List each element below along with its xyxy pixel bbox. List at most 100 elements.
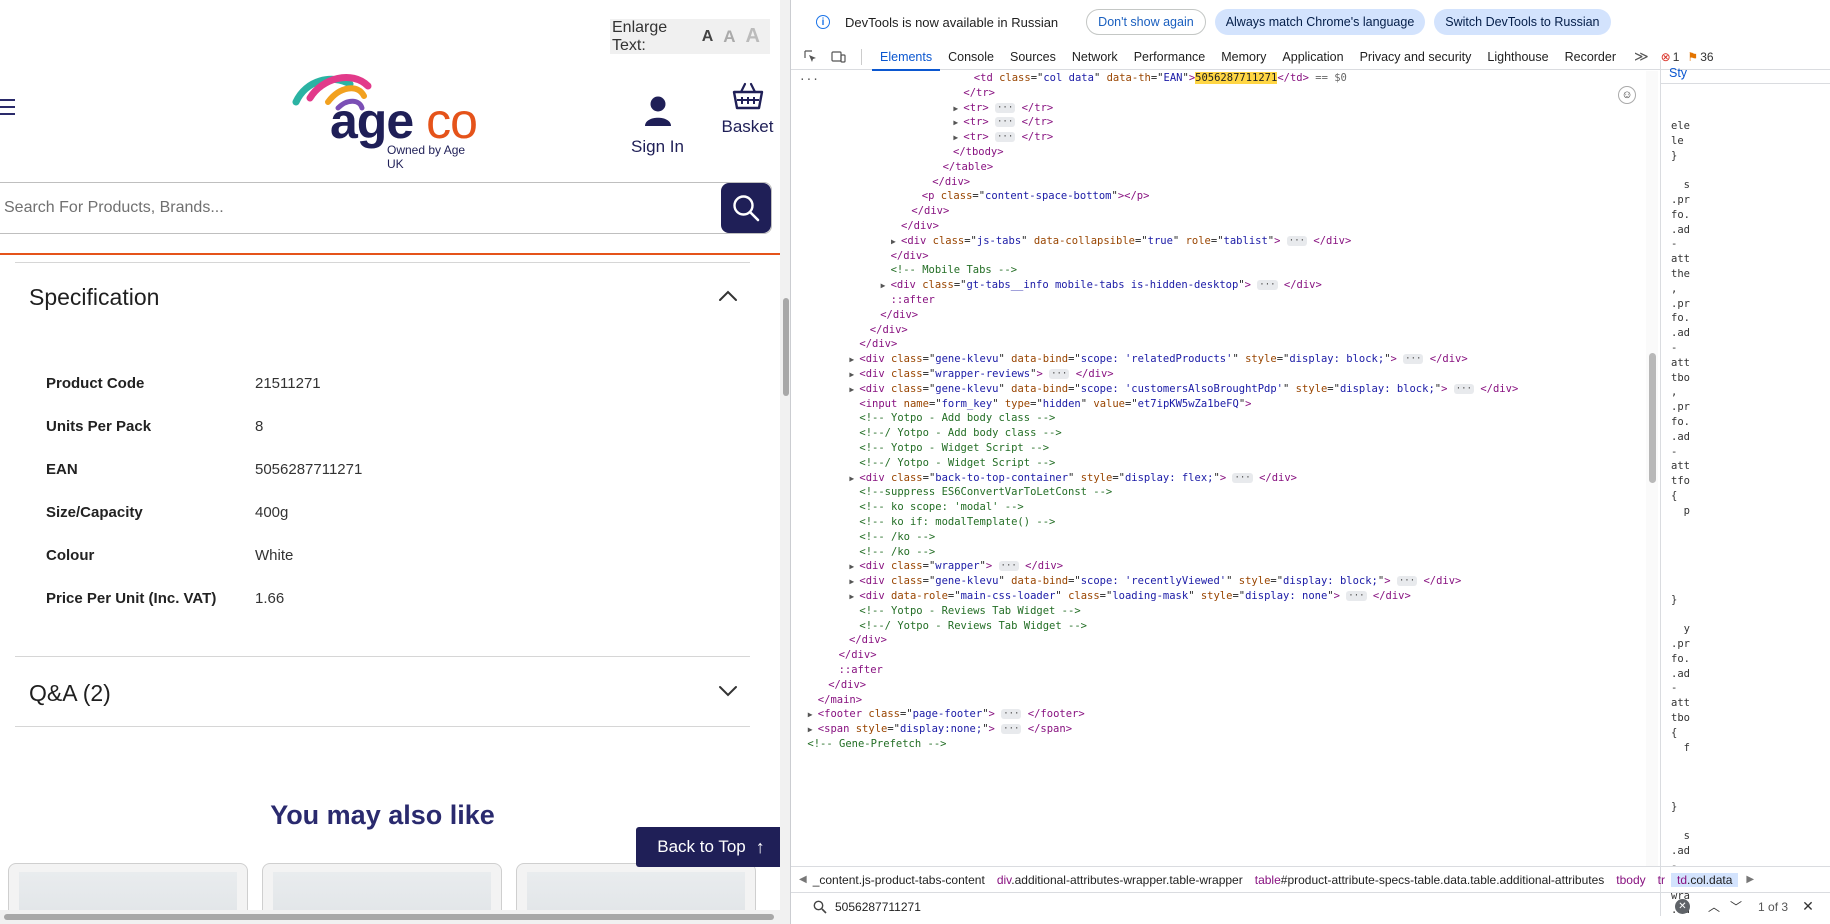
dom-node[interactable]: </div> — [922, 175, 970, 190]
dom-node[interactable]: <!-- Yotpo - Widget Script --> — [849, 441, 1049, 456]
dom-node[interactable]: ▶ <tr> ··· </tr> — [953, 130, 1053, 145]
breadcrumb-item[interactable]: table#product-attribute-specs-table.data… — [1249, 873, 1611, 887]
breadcrumb-item[interactable]: tbody — [1610, 873, 1651, 887]
find-input[interactable]: 5056287711271 — [835, 900, 1675, 914]
dom-node[interactable]: <!-- ko scope: 'modal' --> — [849, 500, 1023, 515]
dom-node[interactable]: ▶ <span style="display:none;"> ··· </span… — [808, 722, 1072, 737]
dom-node[interactable]: <!--/ Yotpo - Widget Script --> — [849, 456, 1055, 471]
dom-node[interactable]: <!-- Yotpo - Reviews Tab Widget --> — [849, 604, 1080, 619]
dom-node[interactable]: </div> — [839, 633, 887, 648]
dom-node[interactable]: </div> — [818, 678, 866, 693]
text-size-large-button[interactable]: A — [746, 25, 760, 48]
dom-node[interactable]: <!-- ko if: modalTemplate() --> — [849, 515, 1055, 530]
text-size-small-button[interactable]: A — [702, 28, 714, 46]
dom-node[interactable]: ::after — [881, 293, 935, 308]
tab-elements[interactable]: Elements — [872, 44, 941, 71]
dom-node[interactable]: ▶ <div data-role="main-css-loader" class=… — [849, 589, 1410, 604]
close-icon[interactable]: ✕ — [1802, 898, 1814, 915]
dom-node[interactable]: </tbody> — [943, 145, 1004, 160]
dom-node[interactable]: </div> — [891, 219, 939, 234]
dom-node[interactable]: ▶ <tr> ··· </tr> — [953, 115, 1053, 130]
page-scrollbar[interactable] — [780, 0, 790, 910]
elements-scrollbar[interactable] — [1646, 71, 1658, 866]
dom-node[interactable]: </tr> — [953, 86, 995, 101]
dom-node[interactable]: </div> — [881, 249, 929, 264]
elements-tree[interactable]: ··· <td class="col data" data-th="EAN">5… — [791, 71, 1641, 866]
specification-heading[interactable]: Specification — [29, 284, 159, 311]
clear-search-icon[interactable]: ✕ — [1675, 899, 1690, 914]
chevron-down-icon[interactable] — [718, 685, 738, 697]
tab-console[interactable]: Console — [940, 44, 1002, 70]
dom-node[interactable]: <!-- /ko --> — [849, 545, 935, 560]
scrollbar-thumb[interactable] — [4, 914, 774, 920]
switch-to-russian-button[interactable]: Switch DevTools to Russian — [1434, 9, 1611, 35]
dom-node[interactable]: <!-- /ko --> — [849, 530, 935, 545]
dom-node[interactable]: ▶ <div class="wrapper"> ··· </div> — [849, 559, 1063, 574]
dom-node[interactable]: </div> — [870, 308, 918, 323]
scrollbar-thumb[interactable] — [783, 298, 789, 396]
dom-ellipsis-icon[interactable]: ··· — [799, 73, 819, 86]
inspect-element-icon[interactable] — [801, 48, 819, 66]
qa-heading[interactable]: Q&A (2) — [29, 680, 111, 707]
dom-node[interactable]: ::after — [829, 663, 883, 678]
dom-node[interactable]: ▶ <div class="gene-klevu" data-bind="scop… — [849, 382, 1518, 397]
dom-node[interactable]: ▶ <tr> ··· </tr> — [953, 101, 1053, 116]
breadcrumb-left-icon[interactable]: ◀ — [799, 874, 807, 885]
breadcrumb-item[interactable]: _content.js-product-tabs-content — [807, 873, 991, 887]
horizontal-scrollbar[interactable] — [0, 910, 790, 924]
tab-privacy-and-security[interactable]: Privacy and security — [1352, 44, 1480, 70]
back-to-top-button[interactable]: Back to Top ↑ — [636, 827, 786, 867]
tab-lighthouse[interactable]: Lighthouse — [1479, 44, 1556, 70]
tab-performance[interactable]: Performance — [1126, 44, 1214, 70]
dom-node[interactable]: </table> — [933, 160, 994, 175]
dom-node[interactable]: <!--/ Yotpo - Add body class --> — [849, 426, 1061, 441]
device-toolbar-icon[interactable] — [829, 48, 847, 66]
always-match-language-button[interactable]: Always match Chrome's language — [1214, 9, 1426, 35]
dom-node[interactable]: ▶ <div class="gene-klevu" data-bind="scop… — [849, 352, 1467, 367]
search-input[interactable] — [0, 183, 721, 233]
tab-recorder[interactable]: Recorder — [1557, 44, 1624, 70]
dom-node[interactable]: ▶ <div class="gene-klevu" data-bind="scop… — [849, 574, 1461, 589]
dom-node[interactable]: </div> — [829, 648, 877, 663]
dom-node[interactable]: <p class="content-space-bottom"></p> — [912, 189, 1150, 204]
more-tabs-icon[interactable]: ≫ — [1634, 48, 1649, 65]
dom-node[interactable]: ▶ <div class="js-tabs" data-collapsible="… — [891, 234, 1351, 249]
dom-node[interactable]: </div> — [901, 204, 949, 219]
dom-node[interactable]: ▶ <div class="wrapper-reviews"> ··· </div… — [849, 367, 1113, 382]
menu-icon[interactable] — [0, 99, 16, 117]
dom-node[interactable]: </div> — [860, 323, 908, 338]
previous-match-icon[interactable]: ︿ — [1708, 898, 1720, 915]
tab-application[interactable]: Application — [1274, 44, 1351, 70]
dom-node[interactable]: ▶ <div class="gt-tabs__info mobile-tabs i… — [881, 278, 1322, 293]
dom-node[interactable]: <!--suppress ES6ConvertVarToLetConst --> — [849, 485, 1112, 500]
dom-node[interactable]: <!-- Gene-Prefetch --> — [797, 737, 946, 752]
dom-node[interactable]: </div> — [849, 337, 897, 352]
breadcrumb-item[interactable]: td.col.data — [1671, 872, 1739, 887]
accessibility-icon[interactable]: ☺ — [1618, 86, 1636, 104]
dom-node[interactable]: <td class="col data" data-th="EAN">50562… — [964, 71, 1347, 86]
dom-node[interactable]: <!--/ Yotpo - Reviews Tab Widget --> — [849, 619, 1087, 634]
tab-styles[interactable]: Sty — [1669, 66, 1687, 80]
basket-button[interactable]: Basket — [715, 82, 780, 137]
dont-show-again-button[interactable]: Don't show again — [1086, 9, 1206, 35]
scrollbar-thumb[interactable] — [1649, 353, 1656, 483]
dom-node[interactable]: <!-- Yotpo - Add body class --> — [849, 411, 1055, 426]
next-match-icon[interactable]: ﹀ — [1730, 898, 1742, 915]
dom-node[interactable]: ▶ <footer class="page-footer"> ··· </foot… — [808, 707, 1085, 722]
search-icon — [813, 900, 827, 914]
dom-node[interactable]: </main> — [808, 693, 862, 708]
breadcrumb-item[interactable]: tr — [1652, 873, 1671, 887]
ageco-logo[interactable]: age co Owned by Age UK — [292, 72, 482, 171]
dom-node[interactable]: ▶ <div class="back-to-top-container" styl… — [849, 471, 1297, 486]
tab-memory[interactable]: Memory — [1213, 44, 1274, 70]
breadcrumb-item[interactable]: div.additional-attributes-wrapper.table-… — [991, 873, 1249, 887]
dom-node[interactable]: <!-- Mobile Tabs --> — [881, 263, 1017, 278]
sign-in-button[interactable]: Sign In — [625, 96, 690, 157]
dom-node[interactable]: <input name="form_key" type="hidden" val… — [849, 397, 1251, 412]
chevron-up-icon[interactable] — [718, 290, 738, 302]
text-size-medium-button[interactable]: A — [723, 27, 735, 47]
tab-network[interactable]: Network — [1064, 44, 1126, 70]
search-button[interactable] — [721, 183, 771, 233]
breadcrumb-right-icon[interactable]: ▶ — [1746, 874, 1754, 885]
tab-sources[interactable]: Sources — [1002, 44, 1064, 70]
